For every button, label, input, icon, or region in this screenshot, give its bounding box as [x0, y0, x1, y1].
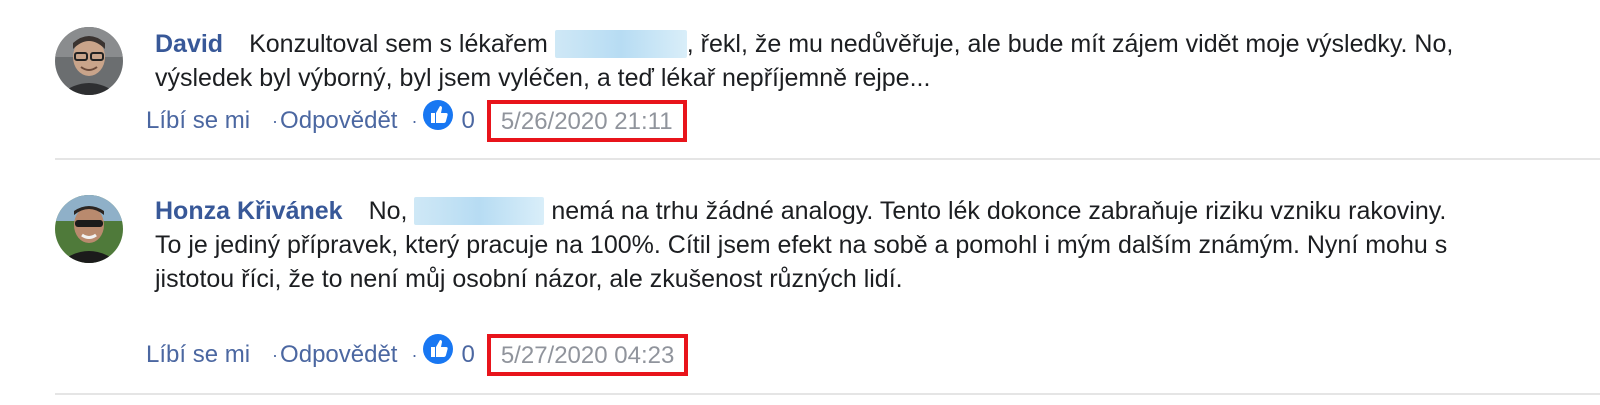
redacted-product-name [414, 197, 545, 225]
redacted-product-name [554, 30, 687, 58]
like-link[interactable]: Líbí se mi [146, 107, 250, 135]
separator-dot: · [411, 344, 418, 365]
like-count: 0 [461, 107, 475, 134]
separator-dot: · [272, 344, 279, 365]
thumbs-up-icon [423, 334, 454, 364]
comment-text-part: nemá na trhu žádné analogy. Tento lék do… [155, 197, 1448, 293]
comment-divider [55, 158, 1600, 160]
timestamp[interactable]: 5/27/2020 04:23 [486, 334, 689, 376]
separator-dot: · [411, 110, 418, 131]
separator-dot: · [272, 110, 279, 131]
comment-author[interactable]: Honza Křivánek [155, 197, 343, 225]
comment-actions: Líbí se mi · Odpovědět · 0 5/27/2020 04:… [146, 334, 689, 376]
comment-text-part: Konzultoval sem s lékařem [249, 30, 555, 58]
avatar-david[interactable] [55, 27, 123, 95]
comment-divider [55, 393, 1600, 395]
like-link[interactable]: Líbí se mi [146, 341, 250, 369]
like-count: 0 [461, 341, 475, 368]
reply-link[interactable]: Odpovědět [280, 341, 397, 369]
comment-text-part: No, [368, 197, 415, 225]
thumbs-up-icon [423, 100, 454, 130]
comment-actions: Líbí se mi · Odpovědět · 0 5/26/2020 21:… [146, 100, 687, 142]
avatar-honza[interactable] [55, 195, 123, 263]
timestamp[interactable]: 5/26/2020 21:11 [486, 100, 687, 142]
comment-text: David Konzultoval sem s lékařem , řekl, ž… [155, 27, 1475, 95]
comment-text: Honza Křivánek No, nemá na trhu žádné ana… [155, 194, 1475, 296]
reply-link[interactable]: Odpovědět [280, 107, 397, 135]
comment-author[interactable]: David [155, 30, 223, 58]
